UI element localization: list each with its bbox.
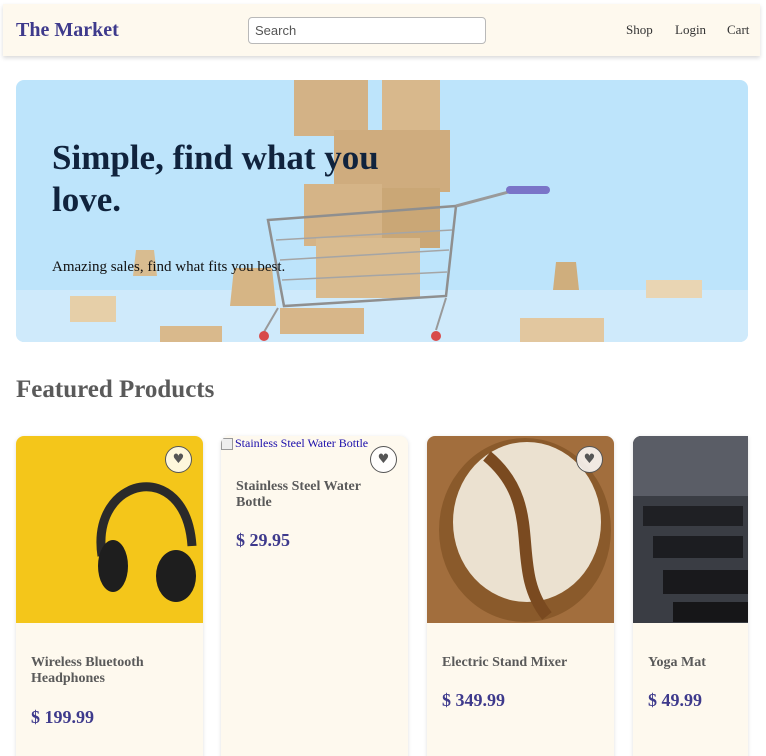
- hero-subtitle: Amazing sales, find what fits you best.: [52, 259, 286, 275]
- brand-logo[interactable]: The Market: [16, 19, 119, 42]
- nav-cart[interactable]: Cart: [727, 22, 749, 38]
- nav-shop[interactable]: Shop: [626, 22, 653, 38]
- favorite-heart-icon[interactable]: ♥: [576, 446, 603, 473]
- nav-login[interactable]: Login: [675, 22, 706, 38]
- product-price: $ 349.99: [442, 690, 505, 710]
- hero-banner: Simple, find what you love. Amazing sale…: [16, 80, 748, 342]
- product-card-yoga-mat[interactable]: Yoga Mat $ 49.99: [633, 436, 748, 756]
- favorite-heart-icon[interactable]: ♥: [165, 446, 192, 473]
- product-name[interactable]: Electric Stand Mixer: [442, 655, 602, 671]
- product-price: $ 29.95: [236, 530, 290, 550]
- product-name[interactable]: Wireless Bluetooth Headphones: [31, 655, 191, 687]
- hero-title: Simple, find what you love.: [52, 138, 379, 219]
- search-input[interactable]: [248, 17, 486, 44]
- product-image-dumbbells: [633, 436, 748, 623]
- site-header: The Market Shop Login Cart: [3, 4, 760, 56]
- product-price: $ 199.99: [31, 707, 94, 727]
- product-card-stand-mixer[interactable]: ♥ Electric Stand Mixer $ 349.99: [427, 436, 614, 756]
- product-name[interactable]: Yoga Mat: [648, 655, 748, 671]
- featured-title: Featured Products: [16, 376, 215, 403]
- product-name[interactable]: Stainless Steel Water Bottle: [236, 479, 396, 511]
- product-card-water-bottle[interactable]: Stainless Steel Water Bottle ♥ Stainless…: [221, 436, 408, 756]
- favorite-heart-icon[interactable]: ♥: [370, 446, 397, 473]
- broken-image-icon: Stainless Steel Water Bottle: [221, 436, 368, 451]
- product-card-headphones[interactable]: ♥ Wireless Bluetooth Headphones $ 199.99: [16, 436, 203, 756]
- product-price: $ 49.99: [648, 690, 702, 710]
